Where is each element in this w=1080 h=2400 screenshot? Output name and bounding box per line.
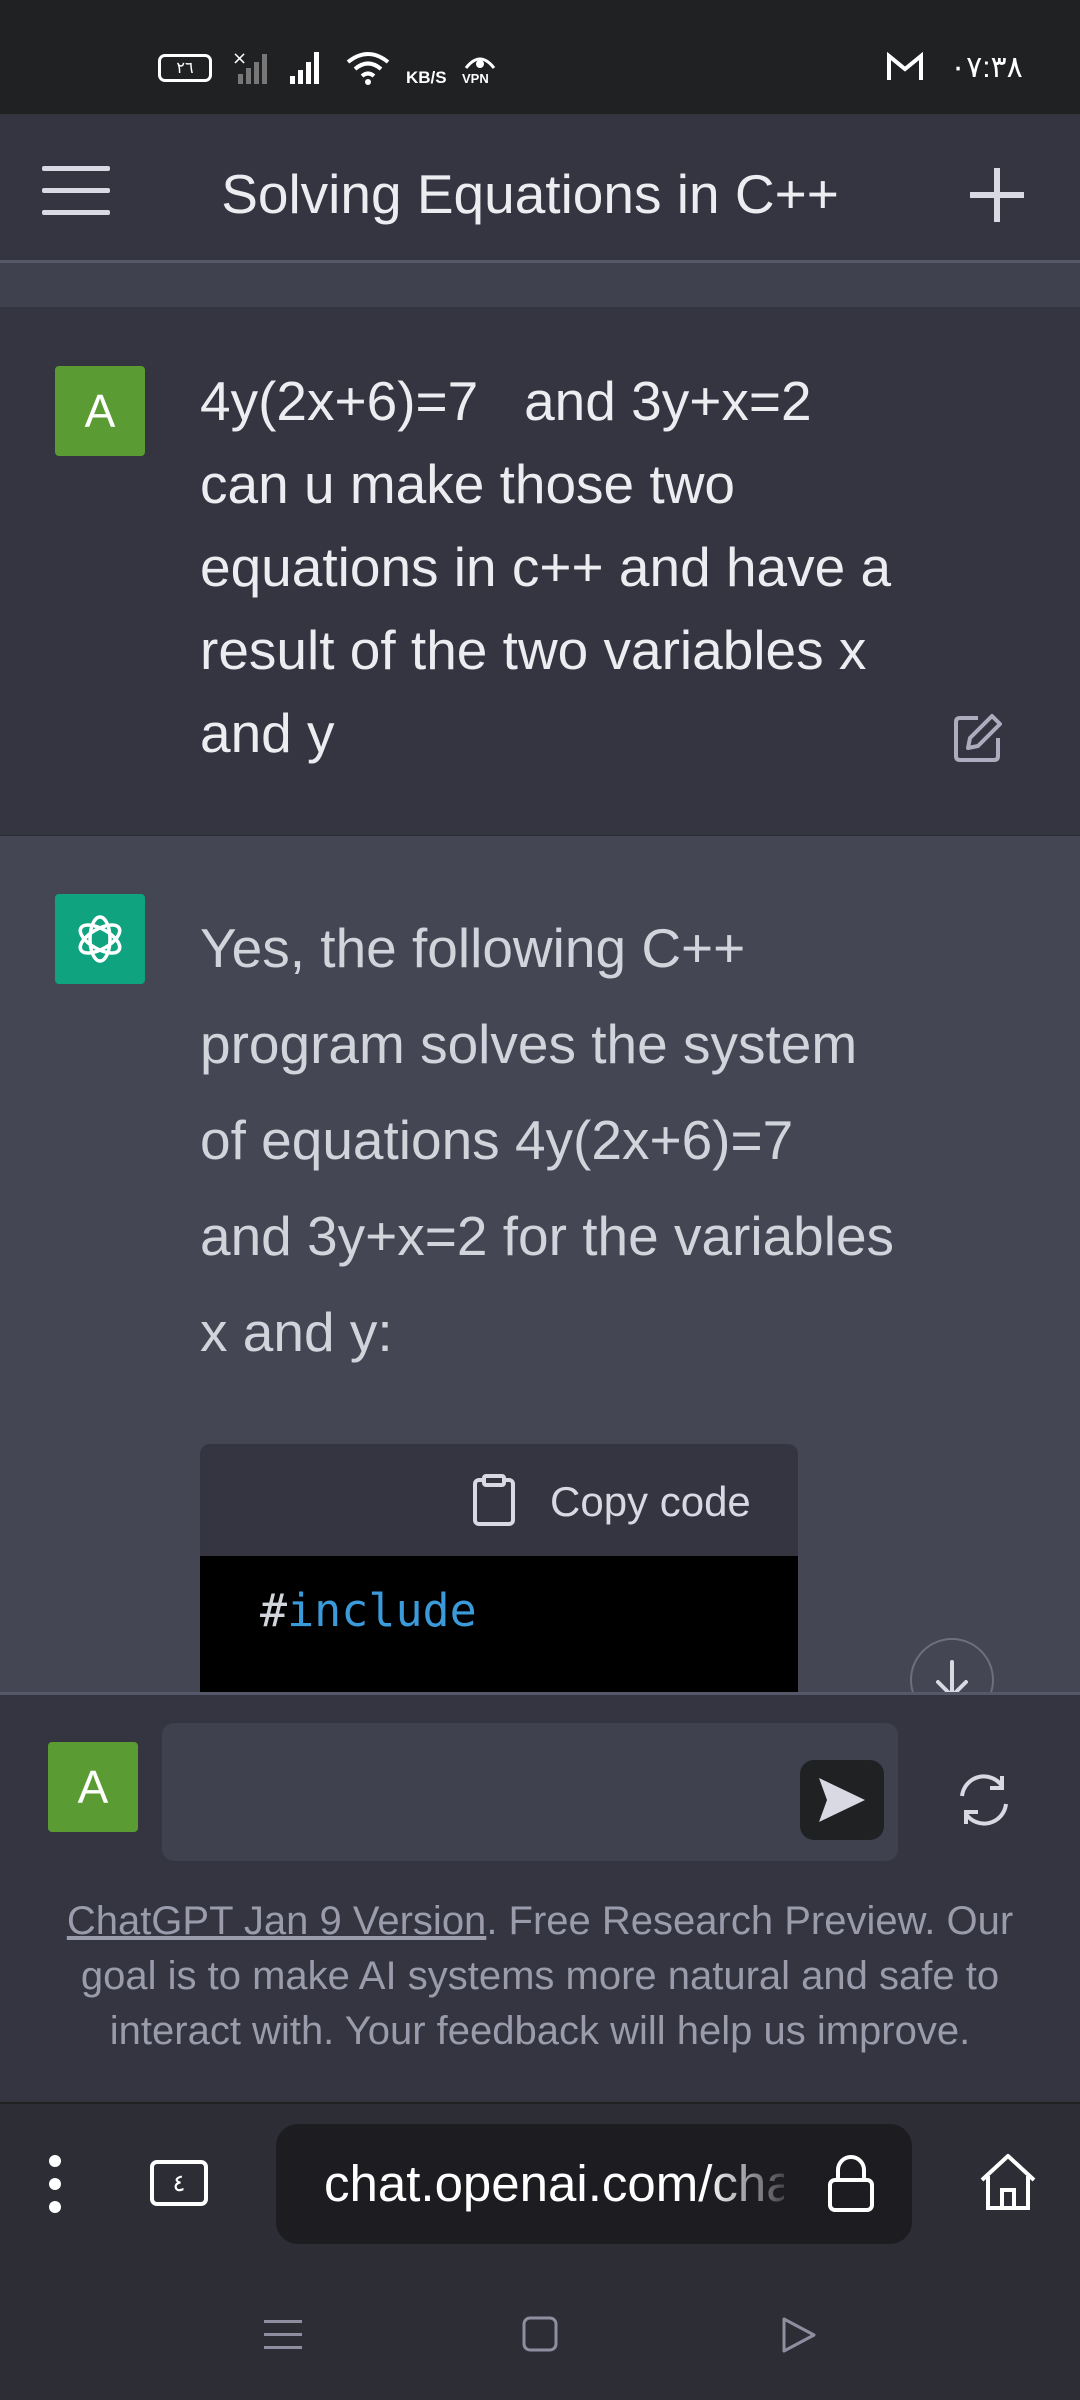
clipboard-icon[interactable] (472, 1474, 516, 1526)
assistant-avatar (55, 894, 145, 984)
status-time: ٠٧:٣٨ (950, 51, 1023, 84)
composer-avatar: A (48, 1742, 138, 1832)
assistant-message-text: Yes, the following C++ program solves th… (200, 917, 895, 1363)
url-bar[interactable]: chat.openai.com/chat (276, 2124, 912, 2244)
vpn-icon: VPN (462, 52, 498, 86)
code-block: Copy code #include (200, 1444, 798, 1692)
home-icon[interactable] (978, 2152, 1038, 2212)
openai-logo-icon (78, 915, 122, 963)
code-line: #include (260, 1584, 477, 1637)
version-link[interactable]: ChatGPT Jan 9 Version (67, 1899, 487, 1943)
network-speed: KB/S (406, 68, 447, 87)
wifi-icon (346, 52, 390, 85)
vpn-label: VPN (462, 71, 489, 86)
send-button[interactable] (800, 1760, 884, 1840)
code-body: #include (200, 1556, 798, 1692)
new-chat-icon[interactable] (968, 166, 1026, 224)
edit-icon[interactable] (952, 712, 1004, 764)
code-keyword: include (287, 1584, 477, 1637)
svg-text:×: × (232, 48, 247, 69)
regenerate-button[interactable] (944, 1760, 1024, 1840)
gmail-icon (887, 52, 923, 80)
code-block-header: Copy code (200, 1444, 798, 1556)
tabs-button[interactable]: ٤ (150, 2160, 208, 2206)
more-options-icon[interactable] (48, 2154, 62, 2214)
battery-icon: ٢٦ (158, 54, 212, 82)
page-title: Solving Equations in C++ (221, 163, 839, 225)
lock-icon[interactable] (826, 2154, 876, 2214)
refresh-icon (960, 1774, 1008, 1826)
code-hash: # (260, 1584, 288, 1637)
user-message-text: 4y(2x+6)=7 and 3y+x=2 can u make those t… (200, 370, 892, 764)
send-icon (819, 1778, 865, 1822)
signal-off-icon: × (232, 48, 267, 84)
back-nav-icon[interactable] (780, 2316, 818, 2354)
prompt-input[interactable] (162, 1723, 898, 1861)
tab-count: ٤ (172, 2169, 186, 2197)
home-nav-icon[interactable] (522, 2316, 558, 2352)
header-separator (0, 263, 1080, 307)
status-bar: ٢٦ × KB/S VPN ٠٧:٣٨ (0, 0, 1080, 114)
signal-icon (290, 52, 319, 84)
copy-code-button[interactable]: Copy code (550, 1478, 751, 1526)
battery-level: ٢٦ (176, 60, 194, 77)
user-avatar: A (55, 366, 145, 456)
disclaimer: ChatGPT Jan 9 Version. Free Research Pre… (40, 1894, 1040, 2059)
recent-apps-icon[interactable] (264, 2318, 302, 2352)
